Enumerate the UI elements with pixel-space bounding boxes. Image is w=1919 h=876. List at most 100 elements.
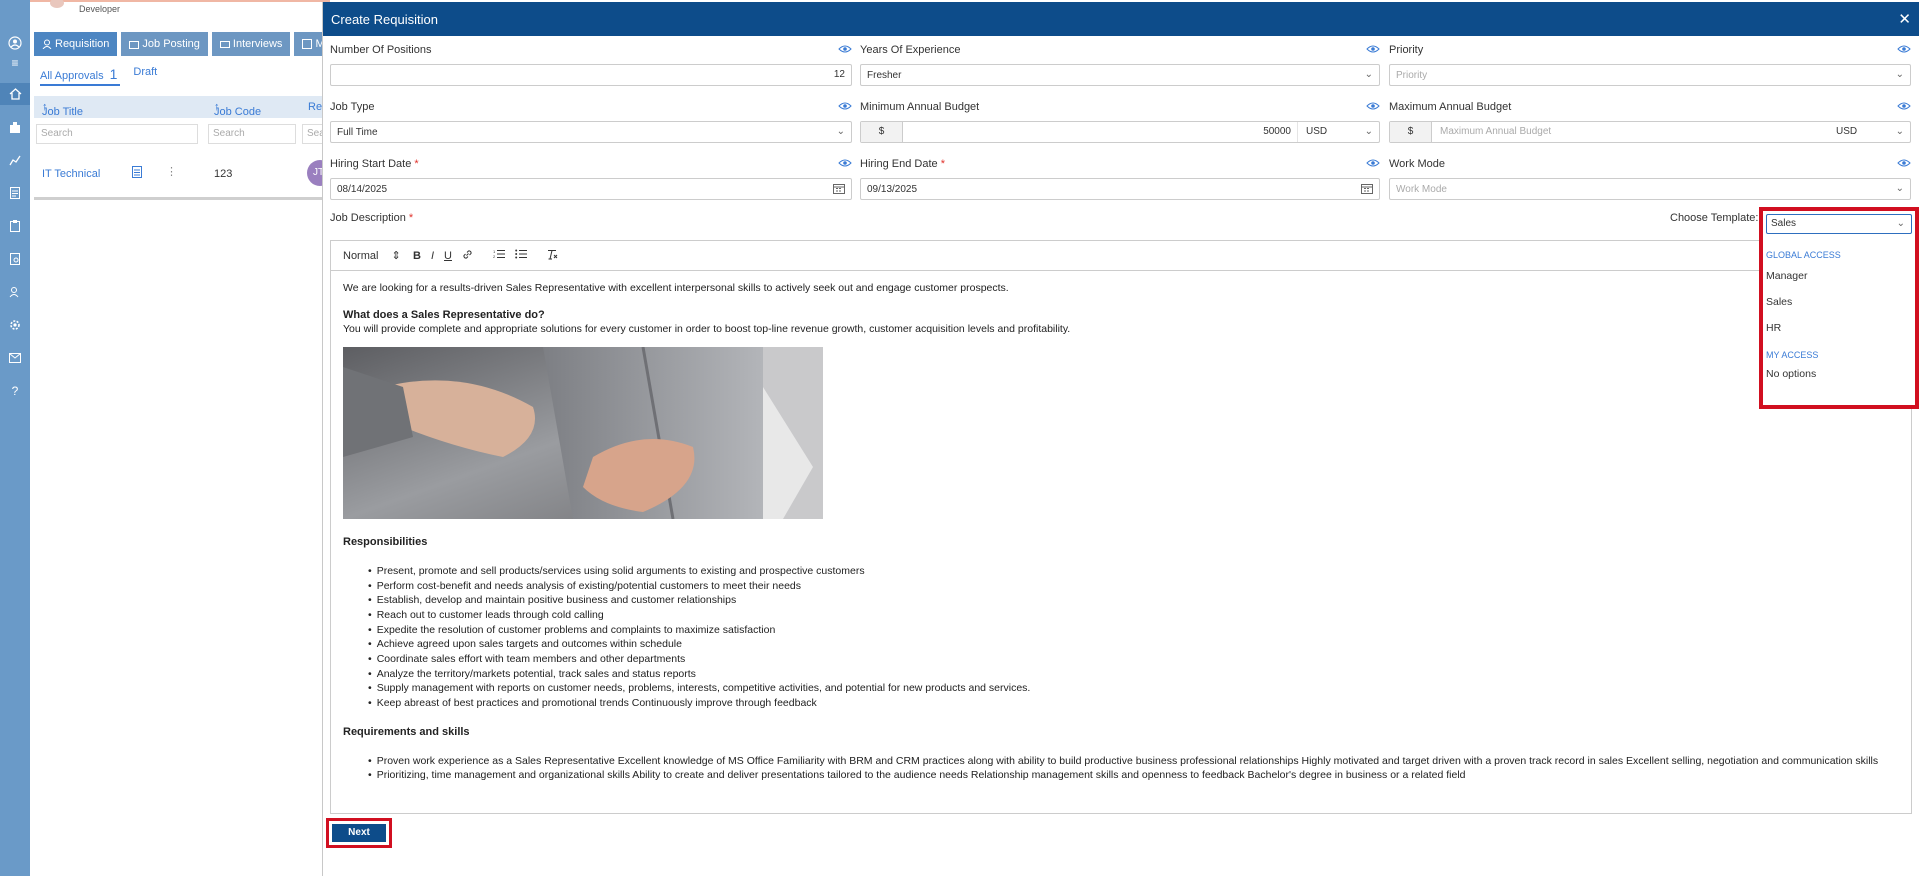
- template-options: GLOBAL ACCESS Manager Sales HR MY ACCESS…: [1766, 245, 1912, 385]
- responsibilities-list: Present, promote and sell products/servi…: [368, 564, 1899, 711]
- italic-button[interactable]: I: [431, 250, 434, 262]
- requirements-list: Proven work experience as a Sales Repres…: [368, 754, 1899, 783]
- close-icon[interactable]: ✕: [1898, 10, 1911, 28]
- group-global-access: GLOBAL ACCESS: [1766, 250, 1841, 260]
- list-item: Analyze the territory/markets potential,…: [368, 667, 1899, 682]
- next-button[interactable]: Next: [332, 824, 386, 842]
- kebab-menu-icon[interactable]: ⋮: [166, 165, 177, 178]
- eye-icon[interactable]: [1897, 158, 1911, 168]
- eye-icon[interactable]: [838, 101, 852, 111]
- requirements-heading: Requirements and skills: [343, 725, 470, 738]
- top-accent-line: [30, 0, 330, 2]
- intro-paragraph: We are looking for a results-driven Sale…: [343, 282, 1009, 294]
- subtab-draft[interactable]: Draft: [133, 66, 157, 82]
- table-row[interactable]: IT Technical ⋮ 123 JT: [34, 158, 333, 190]
- report-icon[interactable]: [0, 248, 30, 270]
- search-job-code[interactable]: Search: [208, 124, 296, 144]
- ordered-list-icon[interactable]: 12: [493, 249, 505, 262]
- job-type-label: Job Type: [330, 101, 375, 113]
- gear-icon[interactable]: [0, 314, 30, 336]
- max-budget-input[interactable]: $ Maximum Annual Budget USD ⌄: [1389, 121, 1911, 143]
- job-title-link[interactable]: IT Technical: [42, 168, 100, 180]
- group-my-access: MY ACCESS: [1766, 350, 1819, 360]
- job-description-label: Job Description *: [330, 212, 414, 224]
- column-job-code[interactable]: Job Code ↑: [214, 101, 261, 118]
- user-role: Developer: [79, 4, 121, 14]
- home-icon[interactable]: [0, 83, 30, 105]
- eye-icon[interactable]: [838, 44, 852, 54]
- link-icon[interactable]: [462, 249, 473, 263]
- eye-icon[interactable]: [1897, 44, 1911, 54]
- tab-job-posting[interactable]: Job Posting: [121, 32, 208, 56]
- min-budget-label: Minimum Annual Budget: [860, 101, 980, 113]
- help-icon[interactable]: ?: [0, 380, 30, 402]
- next-button-highlight: Next: [326, 818, 392, 848]
- search-job-title[interactable]: Search: [36, 124, 198, 144]
- list-item: Perform cost-benefit and needs analysis …: [368, 579, 1899, 594]
- min-currency-select[interactable]: USD ⌄: [1297, 122, 1379, 142]
- question-paragraph: You will provide complete and appropriat…: [343, 323, 1071, 336]
- chevron-down-icon: ⌄: [1895, 69, 1904, 80]
- work-mode-select[interactable]: Work Mode ⌄: [1389, 178, 1911, 200]
- eye-icon[interactable]: [1366, 44, 1380, 54]
- chart-icon[interactable]: [0, 149, 30, 171]
- format-select[interactable]: Normal ⇕: [343, 249, 403, 262]
- eye-icon[interactable]: [1366, 158, 1380, 168]
- list-item: Prioritizing, time management and organi…: [368, 768, 1899, 783]
- tab-interviews[interactable]: Interviews: [211, 32, 291, 56]
- priority-field: Priority Priority ⌄: [1389, 44, 1911, 88]
- max-currency-select[interactable]: USD ⌄: [1828, 122, 1910, 142]
- modal-header: Create Requisition ✕: [323, 2, 1919, 36]
- eye-icon[interactable]: [1366, 101, 1380, 111]
- list-item: Coordinate sales effort with team member…: [368, 652, 1899, 667]
- job-type-select[interactable]: Full Time ⌄: [330, 121, 852, 143]
- column-job-title[interactable]: Job Title ↑: [42, 101, 83, 118]
- experience-select[interactable]: Fresher ⌄: [860, 64, 1380, 86]
- building-icon[interactable]: [0, 116, 30, 138]
- end-date-input[interactable]: 09/13/2025: [860, 178, 1380, 200]
- calendar-icon[interactable]: [833, 183, 845, 194]
- end-date-label: Hiring End Date *: [860, 158, 945, 170]
- job-code: 123: [214, 168, 233, 180]
- clipboard-icon[interactable]: [0, 215, 30, 237]
- max-budget-placeholder: Maximum Annual Budget: [1440, 126, 1552, 137]
- menu-icon[interactable]: ≡: [0, 52, 30, 74]
- calendar-icon[interactable]: [1361, 183, 1373, 194]
- list-item: Proven work experience as a Sales Repres…: [368, 754, 1899, 769]
- clear-format-icon[interactable]: [547, 249, 558, 263]
- no-options-text: No options: [1766, 368, 1817, 380]
- doc-icon[interactable]: [132, 166, 142, 181]
- bullet-list-icon[interactable]: [515, 249, 527, 262]
- company-logo: [50, 0, 64, 8]
- bold-button[interactable]: B: [413, 250, 421, 262]
- num-positions-input[interactable]: 12: [330, 64, 852, 86]
- editor-content[interactable]: We are looking for a results-driven Sale…: [331, 271, 1911, 793]
- subtab-all-approvals[interactable]: All Approvals 1: [40, 66, 117, 82]
- user-settings-icon[interactable]: [0, 281, 30, 303]
- experience-label: Years Of Experience: [860, 44, 961, 56]
- eye-icon[interactable]: [838, 158, 852, 168]
- template-select[interactable]: Sales ⌄: [1766, 214, 1912, 234]
- approvals-count: 1: [109, 66, 118, 82]
- underline-button[interactable]: U: [444, 250, 452, 262]
- start-date-input[interactable]: 08/14/2025: [330, 178, 852, 200]
- job-type-field: Job Type Full Time ⌄: [330, 101, 852, 145]
- tab-requisition[interactable]: Requisition: [34, 32, 118, 56]
- priority-select[interactable]: Priority ⌄: [1389, 64, 1911, 86]
- option-manager[interactable]: Manager: [1766, 263, 1912, 289]
- chevron-down-icon: ⌄: [1364, 126, 1373, 137]
- option-hr[interactable]: HR: [1766, 315, 1912, 341]
- editor-toolbar: Normal ⇕ B I U 12: [331, 241, 1911, 271]
- eye-icon[interactable]: [1897, 101, 1911, 111]
- user-icon[interactable]: [0, 32, 30, 54]
- max-budget-label: Maximum Annual Budget: [1389, 101, 1512, 113]
- chevron-down-icon: ⌄: [836, 126, 845, 137]
- mail-icon[interactable]: [0, 347, 30, 369]
- document-icon[interactable]: [0, 182, 30, 204]
- option-sales[interactable]: Sales: [1766, 289, 1912, 315]
- search-row: Search Search Search: [34, 122, 342, 144]
- choose-template-label: Choose Template:: [1670, 212, 1759, 224]
- num-positions-field: Number Of Positions 12: [330, 44, 852, 88]
- job-description-editor[interactable]: Normal ⇕ B I U 12 We are looking for a r…: [330, 240, 1912, 814]
- min-budget-input[interactable]: $ 50000 USD ⌄: [860, 121, 1380, 143]
